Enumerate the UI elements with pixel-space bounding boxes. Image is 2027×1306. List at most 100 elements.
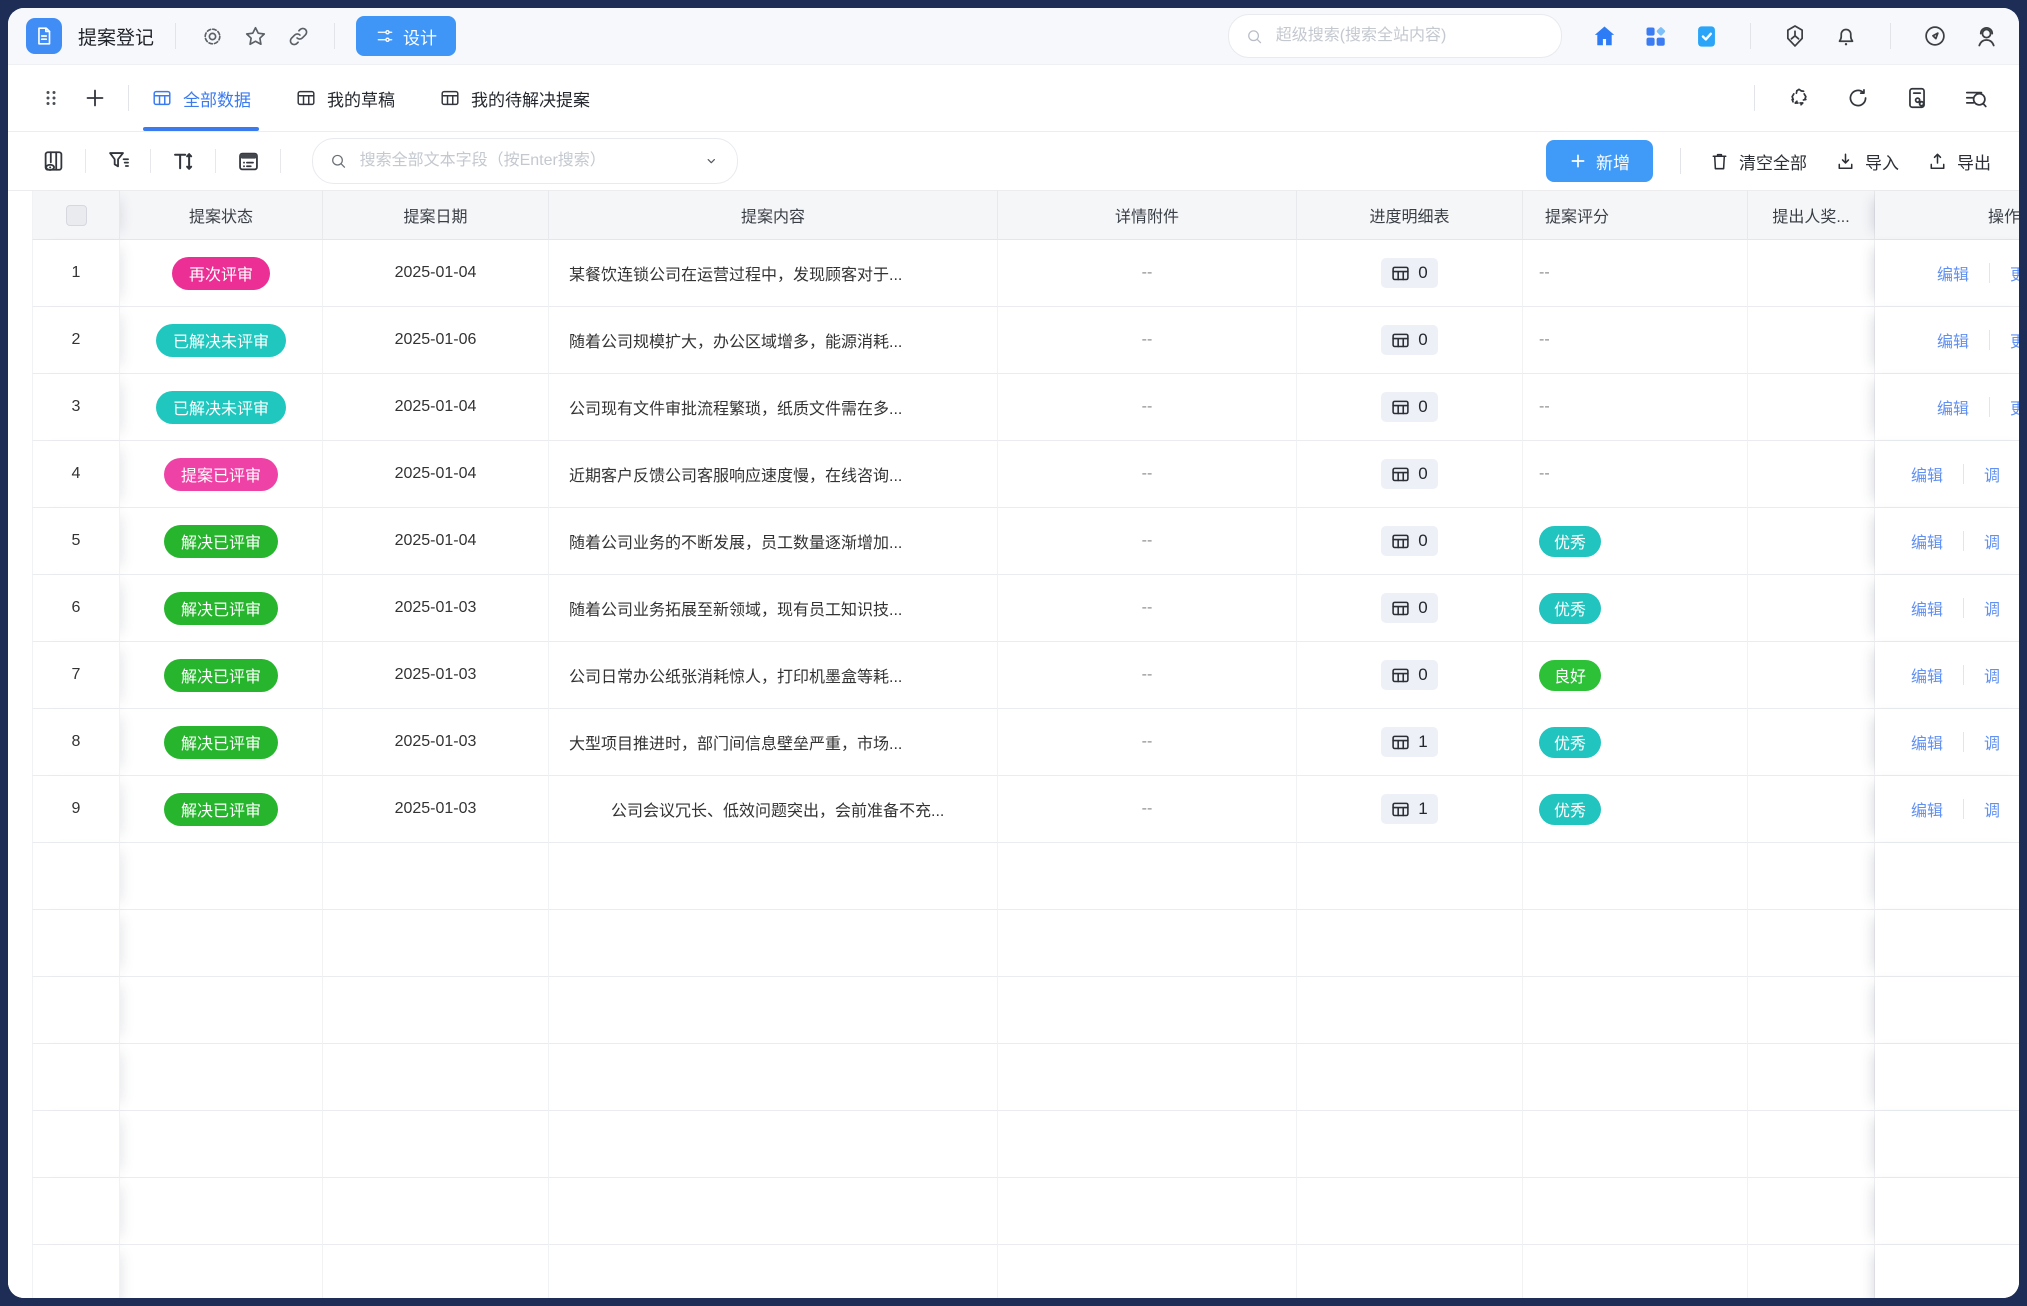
chevron-down-icon[interactable] <box>702 150 721 172</box>
tab-my-pending-proposals[interactable]: 我的待解决提案 <box>435 65 594 131</box>
design-button[interactable]: 设计 <box>356 16 456 56</box>
cell-actions: 编辑 更 <box>1875 307 2019 374</box>
edit-link[interactable]: 编辑 <box>1911 797 1943 821</box>
table-row[interactable]: 3 已解决未评审 2025-01-04 公司现有文件审批流程繁琐，纸质文件需在多… <box>8 374 2019 441</box>
table-row[interactable]: 6 解决已评审 2025-01-03 随着公司业务拓展至新领域，现有员工知识技.… <box>8 575 2019 642</box>
empty-table-row[interactable] <box>8 1111 2019 1178</box>
empty-table-row[interactable] <box>8 1178 2019 1245</box>
sort-text-icon[interactable] <box>166 144 200 178</box>
column-header-attach[interactable]: 详情附件 <box>998 191 1297 240</box>
global-search-input[interactable] <box>1274 26 1545 46</box>
column-header-status[interactable]: 提案状态 <box>120 191 323 240</box>
cell-row-number: 1 <box>32 240 120 307</box>
add-view-icon[interactable] <box>80 83 110 113</box>
empty-table-row[interactable] <box>8 1245 2019 1298</box>
link-icon[interactable] <box>283 21 313 51</box>
cell-date <box>323 843 549 910</box>
progress-table-chip[interactable]: 0 <box>1381 526 1437 556</box>
table-search-input[interactable] <box>358 151 693 171</box>
empty-table-row[interactable] <box>8 977 2019 1044</box>
column-header-date[interactable]: 提案日期 <box>323 191 549 240</box>
cell-attachment: -- <box>998 575 1297 642</box>
table-row[interactable]: 7 解决已评审 2025-01-03 公司日常办公纸张消耗惊人，打印机墨盒等耗.… <box>8 642 2019 709</box>
star-favorite-icon[interactable] <box>240 21 270 51</box>
tab-my-drafts[interactable]: 我的草稿 <box>291 65 399 131</box>
table-row[interactable]: 8 解决已评审 2025-01-03 大型项目推进时，部门间信息壁垒严重，市场.… <box>8 709 2019 776</box>
global-search[interactable] <box>1228 14 1562 58</box>
row-style-icon[interactable] <box>231 144 265 178</box>
secondary-action-link[interactable]: 调 <box>1984 596 2000 620</box>
edit-link[interactable]: 编辑 <box>1911 663 1943 687</box>
edit-link[interactable]: 编辑 <box>1937 395 1969 419</box>
cell-actions: 编辑 调 <box>1875 441 2019 508</box>
table-row[interactable]: 1 再次评审 2025-01-04 某餐饮连锁公司在运营过程中，发现顾客对于..… <box>8 240 2019 307</box>
hide-fields-icon[interactable] <box>36 144 70 178</box>
empty-table-row[interactable] <box>8 1044 2019 1111</box>
secondary-action-link[interactable]: 调 <box>1984 529 2000 553</box>
table-row[interactable]: 9 解决已评审 2025-01-03 公司会议冗长、低效问题突出，会前准备不充.… <box>8 776 2019 843</box>
settings-gear-icon[interactable] <box>197 21 227 51</box>
edit-link[interactable]: 编辑 <box>1937 261 1969 285</box>
edit-link[interactable]: 编辑 <box>1911 730 1943 754</box>
column-header-action[interactable]: 操作 <box>1875 191 2019 240</box>
refresh-icon[interactable] <box>1843 83 1873 113</box>
secondary-action-link[interactable]: 调 <box>1984 663 2000 687</box>
table-row[interactable]: 2 已解决未评审 2025-01-06 随着公司规模扩大，办公区域增多，能源消耗… <box>8 307 2019 374</box>
progress-table-chip[interactable]: 0 <box>1381 325 1437 355</box>
compass-help-icon[interactable] <box>1920 21 1950 51</box>
progress-table-chip[interactable]: 0 <box>1381 258 1437 288</box>
progress-table-chip[interactable]: 0 <box>1381 459 1437 489</box>
cell-date: 2025-01-04 <box>323 508 549 575</box>
select-all-checkbox[interactable] <box>66 205 87 226</box>
secondary-action-link[interactable]: 调 <box>1984 462 2000 486</box>
edit-link[interactable]: 编辑 <box>1911 529 1943 553</box>
status-badge: 解决已评审 <box>164 525 278 558</box>
recycle-bin-icon[interactable] <box>1784 83 1814 113</box>
bell-notifications-icon[interactable] <box>1831 21 1861 51</box>
badge-hexagon-icon[interactable] <box>1780 21 1810 51</box>
progress-table-chip[interactable]: 1 <box>1381 794 1437 824</box>
search-icon <box>1245 26 1264 47</box>
cell-score <box>1523 1111 1748 1178</box>
progress-table-chip[interactable]: 0 <box>1381 660 1437 690</box>
column-header-reward[interactable]: 提出人奖... <box>1748 191 1875 240</box>
progress-table-chip[interactable]: 0 <box>1381 593 1437 623</box>
empty-table-row[interactable] <box>8 910 2019 977</box>
secondary-action-link[interactable]: 调 <box>1984 797 2000 821</box>
cell-attachment: -- <box>998 508 1297 575</box>
table-body: 1 再次评审 2025-01-04 某餐饮连锁公司在运营过程中，发现顾客对于..… <box>8 240 2019 1298</box>
empty-table-row[interactable] <box>8 843 2019 910</box>
record-log-icon[interactable] <box>1902 83 1932 113</box>
edit-link[interactable]: 编辑 <box>1911 462 1943 486</box>
edit-link[interactable]: 编辑 <box>1937 328 1969 352</box>
secondary-action-link[interactable]: 调 <box>1984 730 2000 754</box>
progress-table-chip[interactable]: 1 <box>1381 727 1437 757</box>
secondary-action-link[interactable]: 更 <box>2010 328 2019 352</box>
account-avatar-icon[interactable] <box>1971 21 2001 51</box>
secondary-action-link[interactable]: 更 <box>2010 395 2019 419</box>
filter-funnel-icon[interactable] <box>101 144 135 178</box>
progress-table-chip[interactable]: 0 <box>1381 392 1437 422</box>
status-badge: 解决已评审 <box>164 793 278 826</box>
import-button[interactable]: 导入 <box>1834 149 1899 174</box>
drag-handle-icon[interactable] <box>36 83 66 113</box>
secondary-action-link[interactable]: 更 <box>2010 261 2019 285</box>
cell-progress-detail <box>1297 843 1523 910</box>
apps-grid-icon[interactable] <box>1640 21 1670 51</box>
column-header-content[interactable]: 提案内容 <box>549 191 998 240</box>
tab-all-data[interactable]: 全部数据 <box>147 65 255 131</box>
table-row[interactable]: 5 解决已评审 2025-01-04 随着公司业务的不断发展，员工数量逐渐增加.… <box>8 508 2019 575</box>
home-icon[interactable] <box>1589 21 1619 51</box>
column-header-detail[interactable]: 进度明细表 <box>1297 191 1523 240</box>
edit-link[interactable]: 编辑 <box>1911 596 1943 620</box>
filter-search-icon[interactable] <box>1961 83 1991 113</box>
divider <box>175 23 176 49</box>
clear-all-button[interactable]: 清空全部 <box>1708 149 1807 174</box>
add-record-button[interactable]: 新增 <box>1546 140 1653 182</box>
tasks-check-icon[interactable] <box>1691 21 1721 51</box>
table-search[interactable] <box>312 138 738 184</box>
column-header-score[interactable]: 提案评分 <box>1523 191 1748 240</box>
export-button[interactable]: 导出 <box>1926 149 1991 174</box>
table-row[interactable]: 4 提案已评审 2025-01-04 近期客户反馈公司客服响应速度慢，在线咨询.… <box>8 441 2019 508</box>
status-badge: 解决已评审 <box>164 592 278 625</box>
